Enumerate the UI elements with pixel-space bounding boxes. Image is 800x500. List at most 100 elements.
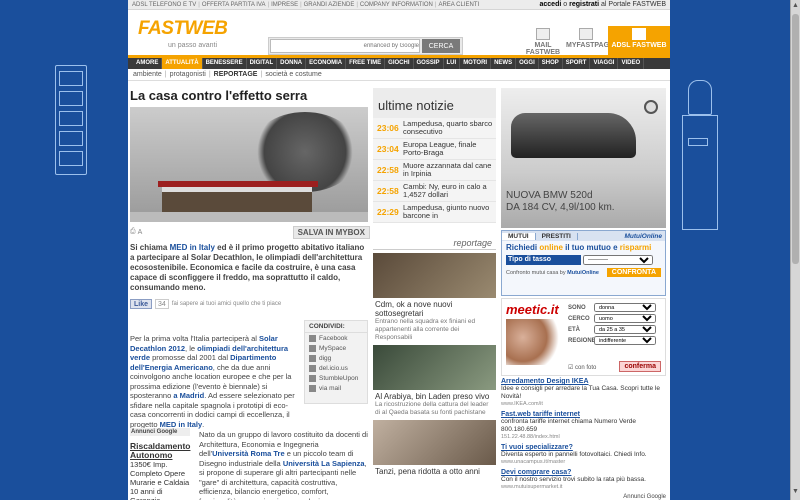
nav-item-motori[interactable]: MOTORI [460,58,492,69]
search-button[interactable]: CERCA [422,39,460,53]
nav-item-economia[interactable]: ECONOMIA [306,58,347,69]
nav-item-giochi[interactable]: GIOCHI [385,58,414,69]
mutui-question: Richiedi online il tuo mutuo e risparmi [506,243,652,252]
mutui-widget: MUTUI PRESTITI MutuiOnline Richiedi onli… [501,230,666,296]
nav-item-donna[interactable]: DONNA [277,58,307,69]
google-ads-footer: Annunci Google [623,494,666,500]
meetic-regione-select[interactable]: indifferente [594,336,656,345]
meetic-cerco-select[interactable]: uomo [594,314,656,323]
tab-mutui[interactable]: MUTUI [502,232,536,240]
news-item[interactable]: 22:29 Lampedusa, giunto nuovo barcone in [373,202,496,223]
news-column: ultime notizie 23:06 Lampedusa, quarto sb… [373,88,496,476]
with-photo-checkbox[interactable]: ☑ con foto [568,364,596,371]
bmw-banner-ad[interactable]: NUOVA BMW 520d DA 184 CV, 4,9l/100 km. [501,88,666,228]
ad-title[interactable]: Riscaldamento Autonomo [130,441,190,460]
site-header: FASTWEB un passo avanti CERCA MAIL FASTW… [128,10,670,58]
google-ad-left[interactable]: Riscaldamento Autonomo 1350€ Imp. Comple… [130,442,190,500]
reportage-image[interactable] [373,420,496,465]
top-link[interactable]: AREA CLIENTI [438,2,479,8]
meetic-sono-select[interactable]: donna [594,303,656,312]
facebook-like-button[interactable]: Like [130,299,153,309]
top-link[interactable]: OFFERTA PARTITA IVA [202,2,266,8]
conferma-button[interactable]: conferma [619,361,661,372]
nav-item-viaggi[interactable]: VIAGGI [590,58,619,69]
reportage-item[interactable]: Tanzi, pena ridotta a otto anni [373,420,496,476]
search-bar: CERCA [268,37,463,55]
google-ads-right: Arredamento Design IKEA Idee e consigli p… [501,378,666,500]
share-myspace[interactable]: MySpace [305,343,367,353]
rate-type-label: Tipo di tasso [506,254,581,265]
top-link[interactable]: ADSL TELEFONO E TV [132,2,196,8]
nav-item-amore[interactable]: AMORE [133,58,163,69]
nav-item-sport[interactable]: SPORT [563,58,591,69]
subnav-protagonisti[interactable]: protagonisti [170,71,206,78]
share-facebook[interactable]: Facebook [305,333,367,343]
ad-item[interactable]: Fast.web tariffe internet confronta tarif… [501,411,666,440]
top-link[interactable]: GRANDI AZIENDE [304,2,355,8]
filing-cabinet-illustration [55,65,87,175]
subnav-societa[interactable]: società e costume [265,71,321,78]
meetic-logo[interactable]: meetic.it [506,302,559,317]
tab-prestiti[interactable]: PRESTITI [536,232,578,240]
delicious-icon [309,364,316,372]
mutuionline-logo: MutuiOnline [624,232,662,240]
scroll-up-icon[interactable]: ▲ [792,2,799,10]
couple-image [506,319,562,365]
reportage-image[interactable] [373,345,496,390]
nav-item-video[interactable]: VIDEO [618,58,645,69]
nav-item-lui[interactable]: LUI [444,58,461,69]
auth-links: accedi o registrati al Portale FASTWEB [539,1,667,8]
bmw-logo-icon [644,100,658,114]
share-stumbleupon[interactable]: StumbleUpon [305,373,367,383]
nav-item-shop[interactable]: SHOP [539,58,563,69]
mail-fastweb-button[interactable]: MAIL FASTWEB [518,28,568,58]
nav-item-digital[interactable]: DIGITAL [247,58,278,69]
scrollbar-thumb[interactable] [792,14,799,264]
mutui-compare-row: Confronto mutui casa by MutuiOnline CONF… [502,265,665,280]
share-digg[interactable]: digg [305,353,367,363]
adsl-fastweb-button[interactable]: ADSL FASTWEB [608,26,670,58]
reportage-item[interactable]: Al Arabiya, bin Laden preso vivo La rico… [373,345,496,417]
login-link[interactable]: accedi [540,1,562,8]
news-item[interactable]: 22:58 Cambi: Ny, euro in calo a 1,4527 do… [373,181,496,202]
ad-text: 1350€ Imp. Completo Opere Murarie e Cald… [130,460,190,500]
mutui-tabs: MUTUI PRESTITI MutuiOnline [502,231,665,241]
news-item[interactable]: 23:06 Lampedusa, quarto sbarco consecutiv… [373,118,496,139]
nav-item-free-time[interactable]: FREE TIME [346,58,386,69]
fastweb-logo[interactable]: FASTWEB [138,18,228,40]
reportage-image[interactable] [373,253,496,298]
myfastpage-button[interactable]: MYFASTPAGE [566,28,614,58]
reportage-item[interactable]: Cdm, ok a nove nuovi sottosegretari Entr… [373,253,496,342]
nav-item-gossip[interactable]: GOSSIP [414,58,444,69]
subnav-ambiente[interactable]: ambiente [133,71,162,78]
article-toolbar: ⎙ A SALVA IN MYBOX [130,225,370,239]
top-link[interactable]: IMPRESE [271,2,298,8]
news-item[interactable]: 23:04 Europa League, finale Porto-Braga [373,139,496,160]
scroll-down-icon[interactable]: ▼ [792,488,799,496]
meetic-widget: meetic.it SONO donna CERCO uomo ETÀ da 25 a… [501,298,666,376]
confronta-button[interactable]: CONFRONTA [606,268,661,277]
ad-item[interactable]: Ti vuoi specializzare? Diventa esperto in… [501,444,666,465]
print-icon[interactable]: ⎙ [130,228,136,236]
page-background-right [670,0,790,500]
vertical-scrollbar[interactable]: ▲ ▼ [790,0,800,500]
subnav-reportage[interactable]: REPORTAGE [214,71,258,78]
save-mybox-button[interactable]: SALVA IN MYBOX [292,225,370,239]
page-icon [579,28,593,40]
register-link[interactable]: registrati [569,1,599,8]
search-input[interactable] [270,39,420,53]
ad-item[interactable]: Arredamento Design IKEA Idee e consigli p… [501,378,666,407]
meetic-eta-select[interactable]: da 25 a 35 [594,325,656,334]
rate-type-select[interactable]: ---------- [583,254,653,265]
nav-item-benessere[interactable]: BENESSERE [203,58,247,69]
text-size-icon[interactable]: A [138,229,143,236]
ad-item[interactable]: Devi comprare casa? Con il nostro servizi… [501,469,666,490]
latest-news-title: ultime notizie [373,88,496,118]
news-item[interactable]: 22:58 Muore azzannata dal cane in Irpinia [373,160,496,181]
share-mail[interactable]: via mail [305,383,367,393]
top-link[interactable]: COMPANY INFORMATION [360,2,433,8]
share-delicious[interactable]: del.icio.us [305,363,367,373]
nav-item-attualita[interactable]: ATTUALITÀ [162,58,203,69]
nav-item-oggi[interactable]: OGGI [516,58,539,69]
nav-item-news[interactable]: NEWS [491,58,517,69]
